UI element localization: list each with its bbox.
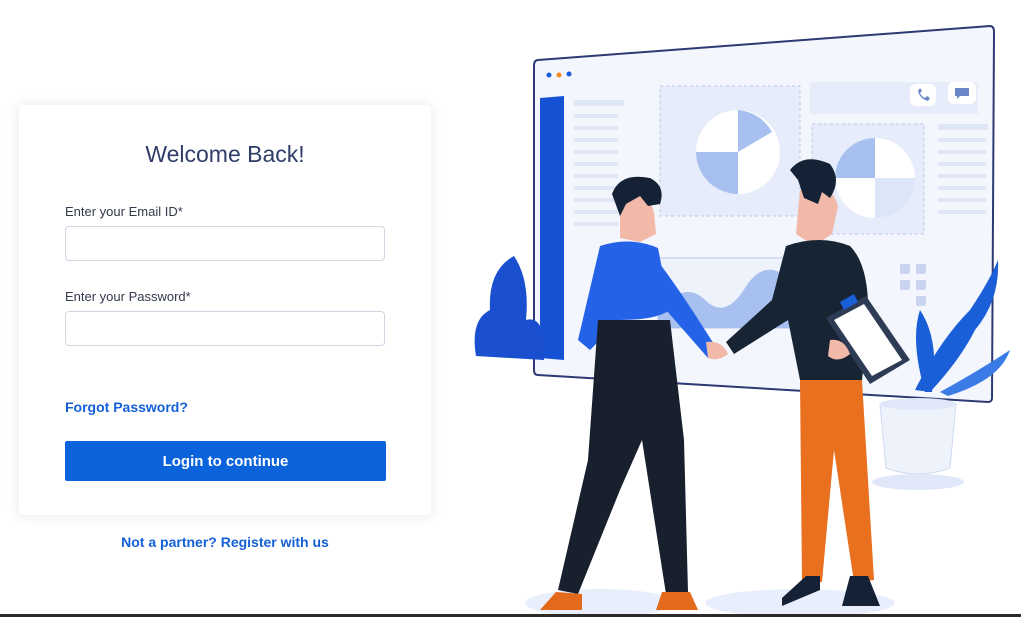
handshake-illustration xyxy=(474,24,1010,617)
password-label: Enter your Password* xyxy=(65,289,191,304)
password-field[interactable] xyxy=(65,311,385,346)
page-title: Welcome Back! xyxy=(145,141,305,167)
email-label: Enter your Email ID* xyxy=(65,204,183,219)
window-sidebar xyxy=(540,96,564,360)
login-card: Welcome Back! Enter your Email ID* Enter… xyxy=(19,105,431,515)
register-link[interactable]: Not a partner? Register with us xyxy=(19,534,431,550)
window-dots-icon xyxy=(546,72,552,78)
email-field[interactable] xyxy=(65,226,385,261)
phone-icon xyxy=(910,84,936,106)
forgot-password-link[interactable]: Forgot Password? xyxy=(65,399,188,415)
pie-chart-icon xyxy=(696,110,780,194)
login-button[interactable]: Login to continue xyxy=(65,441,386,481)
